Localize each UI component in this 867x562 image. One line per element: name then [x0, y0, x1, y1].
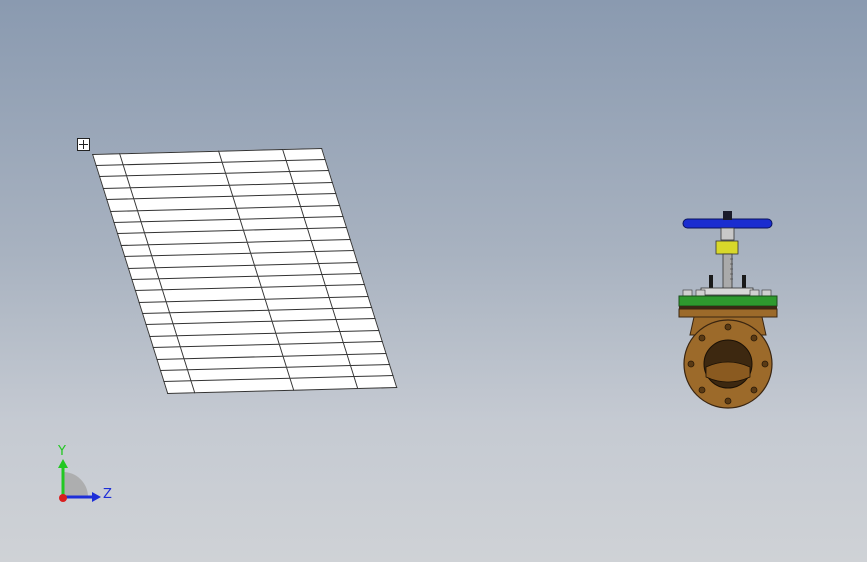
bom-cell	[336, 319, 379, 332]
bom-cell	[103, 187, 135, 200]
bom-cell	[314, 250, 358, 264]
view-orientation-triad[interactable]: Y Z	[48, 442, 118, 507]
bom-cell	[318, 262, 361, 275]
bom-cell	[117, 233, 149, 246]
bom-cell	[131, 278, 163, 291]
bom-cell	[153, 347, 185, 360]
bom-cell	[128, 267, 160, 280]
gate-wedge	[705, 361, 751, 383]
bom-cell	[113, 221, 146, 234]
bonnet-flange	[678, 295, 778, 307]
bom-cell	[304, 216, 347, 229]
z-axis-arrowhead	[92, 492, 101, 502]
bom-cell	[110, 210, 142, 223]
gland-flange	[700, 287, 754, 296]
x-axis-dot	[59, 494, 67, 502]
bom-cell	[332, 307, 376, 321]
bom-cell	[311, 239, 354, 252]
bom-cell	[286, 159, 329, 172]
bom-cell	[124, 255, 156, 269]
triad-shade	[63, 472, 88, 497]
bom-cell	[350, 364, 394, 377]
stem-upper	[720, 227, 735, 241]
bom-cell	[99, 176, 131, 189]
handwheel[interactable]	[682, 218, 773, 229]
bom-cell	[160, 369, 192, 382]
bom-cell	[296, 193, 340, 207]
bom-cell	[290, 376, 358, 391]
table-move-handle[interactable]	[77, 138, 90, 151]
bom-header-cell	[92, 153, 124, 166]
handwheel-nut	[723, 211, 732, 220]
bom-cell	[307, 227, 351, 241]
bom-cell	[156, 358, 188, 371]
z-axis-label: Z	[103, 487, 112, 502]
bom-cell	[106, 198, 138, 212]
bill-of-materials-table[interactable]	[92, 148, 398, 394]
bom-cell	[149, 335, 181, 348]
stem	[722, 253, 733, 293]
bom-cell	[289, 170, 333, 184]
bom-cell	[325, 284, 369, 298]
bom-cell	[329, 296, 372, 309]
bom-cell	[339, 330, 383, 343]
bom-cell	[142, 312, 174, 325]
bom-cell	[293, 182, 336, 195]
graphics-viewport[interactable]: Y Z	[0, 0, 867, 562]
gate-valve-model[interactable]	[676, 207, 780, 412]
bom-cell	[343, 341, 386, 355]
bom-cell	[96, 164, 128, 177]
bom-cell	[300, 205, 343, 218]
bom-cell	[164, 381, 196, 394]
bom-cell	[354, 375, 397, 389]
y-axis-arrowhead	[58, 459, 68, 468]
body-flange-top	[678, 308, 778, 318]
bom-cell	[139, 301, 171, 314]
bom-cell	[346, 353, 390, 366]
gland-nut	[715, 240, 739, 255]
bom-cell	[321, 273, 365, 286]
bom-cell	[135, 290, 167, 303]
bom-cell	[121, 244, 153, 257]
bom-cell	[146, 324, 178, 337]
y-axis-label: Y	[57, 444, 66, 459]
bom-cell	[191, 378, 294, 393]
